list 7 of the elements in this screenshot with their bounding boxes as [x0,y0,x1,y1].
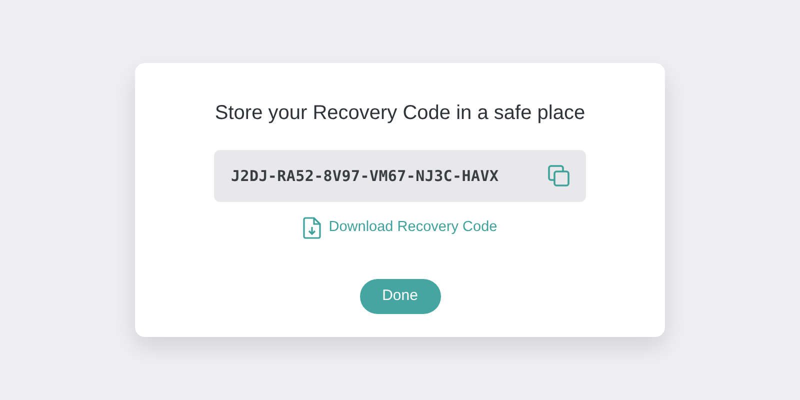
dialog-title: Store your Recovery Code in a safe place [214,101,586,125]
copy-icon [548,165,570,187]
copy-button[interactable] [548,165,570,187]
done-button[interactable]: Done [360,279,440,314]
file-download-icon [302,217,321,239]
download-link[interactable]: Download Recovery Code [302,217,498,239]
recovery-code: J2DJ-RA52-8V97-VM67-NJ3C-HAVX [231,166,499,187]
